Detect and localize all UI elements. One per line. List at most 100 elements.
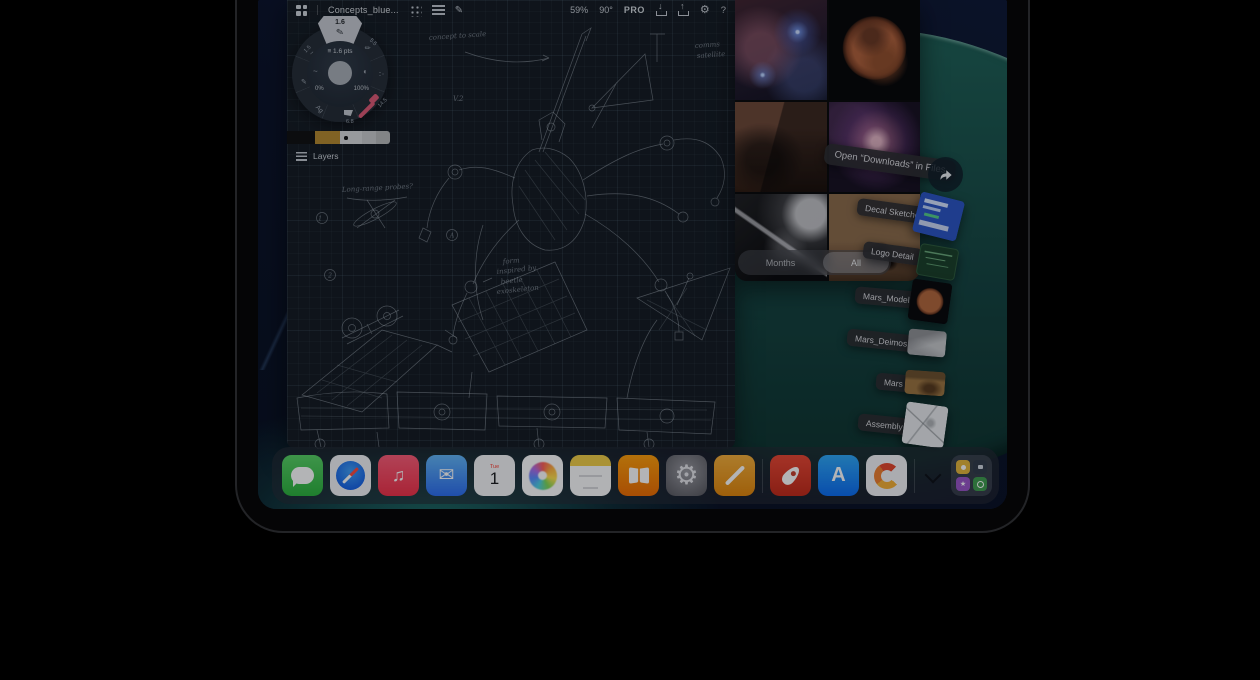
dock-app-safari[interactable] (330, 455, 371, 496)
safari-compass-icon (336, 461, 365, 490)
palette-swatch-gray-1[interactable] (362, 131, 376, 144)
photo-horsehead-nebula[interactable] (735, 0, 827, 100)
pen-bar-icon (724, 465, 745, 486)
concepts-c-icon (874, 463, 900, 489)
settings-gear-app-icon: ⚙ (674, 460, 698, 491)
nib-tool-icon: ✎ (301, 78, 307, 86)
dock-app-settings[interactable]: ⚙ (666, 455, 707, 496)
comms-dish (592, 54, 653, 128)
app-menu-icon[interactable] (296, 5, 307, 16)
dock-app-music[interactable]: ♫ (378, 455, 419, 496)
stroke-menu-icon[interactable] (432, 5, 445, 15)
tool-wheel-hub[interactable]: ≡ 1.6 pts ~ ◐ 0% 100% (307, 41, 373, 107)
antenna-spike (539, 34, 586, 152)
tool-wheel[interactable]: 1.6 ✎ 1.5 ~ 5.5 ✐ ∴ 14.5 (292, 26, 388, 122)
dock-divider-2 (914, 459, 915, 493)
drop-share-button[interactable] (928, 157, 963, 192)
annotation-beetle-3: beetle (500, 276, 523, 286)
photo-mars-globe[interactable] (829, 0, 921, 100)
palette-swatch-gray-2[interactable] (376, 131, 390, 144)
palette-swatch-light-selected[interactable] (340, 131, 362, 144)
layers-icon (296, 152, 307, 161)
library-tile-lightbulb (956, 460, 970, 474)
airbrush-tool-icon: ∴ (377, 72, 385, 76)
photos-flower-icon (529, 462, 557, 490)
annotation-marker-2: 2 (327, 273, 332, 280)
stroke-size-row[interactable]: ≡ 1.6 pts (307, 48, 373, 55)
zoom-level[interactable]: 59% (570, 5, 588, 15)
photos-window[interactable]: Months All (735, 0, 920, 281)
books-page-left-icon (628, 467, 637, 484)
annotation-version: V.2 (453, 95, 464, 103)
smoothing-icon: ~ (313, 67, 318, 76)
document-title[interactable]: Concepts_blue... (328, 5, 399, 15)
dock-app-calendar[interactable]: Tue 1 (474, 455, 515, 496)
palette-swatch-black[interactable] (287, 131, 315, 144)
opacity-icon: ◐ (363, 67, 368, 76)
dock-app-messages[interactable] (282, 455, 323, 496)
annotation-probes: Long-range probes? (341, 182, 414, 194)
messages-bubble-icon (291, 467, 314, 484)
help-button[interactable]: ? (721, 5, 726, 16)
stroke-size-value: 1.6 pts (333, 48, 353, 55)
color-palette (287, 131, 390, 144)
palette-swatch-gold[interactable] (315, 131, 340, 144)
library-tile-clock (973, 477, 987, 491)
selected-color-dot (344, 136, 348, 140)
books-page-right-icon (639, 467, 648, 484)
dock-app-rocket[interactable] (770, 455, 811, 496)
drag-thumb-mars[interactable] (904, 370, 946, 397)
dock-hide-chevron-icon[interactable] (922, 466, 944, 486)
concepts-window[interactable]: concept to scale V.2 comms satellite Lon… (287, 0, 735, 449)
brush-preview-disc[interactable] (328, 61, 352, 85)
ipad-device: concept to scale V.2 comms satellite Lon… (237, 0, 1028, 531)
dock: ♫ ✉ Tue 1 ⚙ A (272, 447, 999, 504)
music-note-icon: ♫ (392, 465, 406, 486)
dock-app-notes[interactable] (570, 455, 611, 496)
annotation-marker-1: 1 (318, 216, 322, 223)
precision-grid-icon[interactable] (409, 4, 422, 17)
annotation-comms-1: comms (695, 40, 721, 50)
layers-label: Layers (313, 151, 339, 161)
dock-app-mail[interactable]: ✉ (426, 455, 467, 496)
opacity-min-value[interactable]: 0% (315, 86, 324, 92)
mail-envelope-icon: ✉ (439, 464, 455, 487)
ipad-screen: concept to scale V.2 comms satellite Lon… (258, 0, 1007, 509)
export-icon[interactable] (678, 5, 689, 16)
toolbar-divider (317, 5, 318, 15)
forward-arrow-icon (936, 167, 955, 183)
size-slider-icon: ≡ (327, 48, 331, 55)
filter-months-button[interactable]: Months (738, 258, 823, 268)
library-tile-camera (973, 460, 987, 474)
drag-thumb-mars-model[interactable] (907, 278, 952, 324)
dock-app-books[interactable] (618, 455, 659, 496)
dock-app-library[interactable]: ★ (951, 455, 992, 496)
tool-size-marker: 6.8 (346, 119, 354, 125)
annotation-comms-2: satellite (697, 50, 726, 60)
drag-thumb-assembly[interactable] (901, 401, 948, 448)
dock-app-sketch-pen[interactable] (714, 455, 755, 496)
marketing-canvas: concept to scale V.2 comms satellite Lon… (0, 0, 1260, 680)
photo-grid (735, 0, 920, 281)
notes-lines-icon (579, 475, 602, 487)
drag-thumb-mars-deimos[interactable] (907, 328, 947, 357)
drag-thumb-logo-detail[interactable] (916, 243, 960, 281)
dock-app-app-store[interactable]: A (818, 455, 859, 496)
pro-badge[interactable]: PRO (624, 5, 645, 15)
opacity-max-value[interactable]: 100% (354, 86, 369, 92)
annotation-arrow (465, 52, 549, 62)
import-icon[interactable] (656, 5, 667, 16)
photo-mars-surface[interactable] (735, 102, 827, 192)
calendar-day: 1 (490, 470, 499, 489)
dock-app-photos[interactable] (522, 455, 563, 496)
rotation-value[interactable]: 90° (599, 5, 613, 15)
pen-mode-icon[interactable]: ✎ (455, 5, 463, 16)
annotation-marker-a: A (449, 233, 455, 240)
dock-divider-1 (762, 459, 763, 493)
annotation-beetle-1: form (501, 256, 520, 266)
app-store-a-icon: A (831, 464, 845, 487)
library-tile-star: ★ (956, 477, 970, 491)
layers-button[interactable]: Layers (296, 151, 339, 161)
settings-gear-icon[interactable]: ⚙ (700, 5, 710, 16)
dock-app-concepts[interactable] (866, 455, 907, 496)
